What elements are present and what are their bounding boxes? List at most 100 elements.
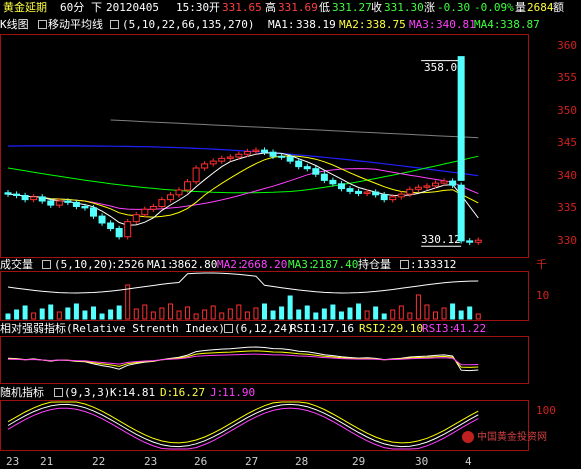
volume-bar xyxy=(373,306,379,320)
candle-body xyxy=(474,239,482,243)
candle-body xyxy=(372,191,380,196)
volume-bar xyxy=(390,309,396,320)
volume-bar xyxy=(407,312,413,320)
candle-body xyxy=(115,228,123,238)
volume-bar xyxy=(304,305,310,320)
candle-body xyxy=(303,166,311,170)
candle-body xyxy=(158,199,166,207)
volume-bar xyxy=(313,312,319,320)
candle-body xyxy=(329,179,337,185)
volume-bar xyxy=(39,308,45,320)
candle-body xyxy=(98,215,106,224)
volume-bar xyxy=(167,303,173,320)
volume-bar xyxy=(296,309,302,320)
volume-bar xyxy=(31,312,37,320)
candle-body xyxy=(209,160,217,165)
candle-body xyxy=(132,214,140,223)
candle-body xyxy=(175,189,183,196)
candle-body xyxy=(141,208,149,216)
candle-body xyxy=(72,201,80,207)
candle-body xyxy=(457,184,465,242)
volume-bar xyxy=(56,311,62,320)
chart-canvas[interactable] xyxy=(0,0,581,469)
candle-body xyxy=(4,192,12,195)
volume-bar xyxy=(475,313,481,320)
volume-bar xyxy=(381,313,387,320)
volume-bar xyxy=(116,305,122,320)
candle-body xyxy=(312,168,320,175)
candle-body xyxy=(278,155,286,158)
volume-bar xyxy=(159,307,165,320)
candle-body xyxy=(107,222,115,229)
volume-bar xyxy=(219,312,225,320)
ma5-line xyxy=(8,145,479,177)
candle-body xyxy=(261,149,268,153)
volume-bar xyxy=(142,304,148,320)
volume-bar xyxy=(415,294,421,320)
candle-body xyxy=(466,240,474,243)
candle-body xyxy=(295,160,303,168)
volume-bar xyxy=(244,311,250,320)
candle-body xyxy=(380,194,388,201)
candle-body xyxy=(243,151,251,155)
watermark-text: 中国黄金投资网 xyxy=(477,432,547,443)
candle-body xyxy=(320,173,328,181)
candle-body xyxy=(21,195,29,201)
candle-body xyxy=(184,181,192,191)
volume-bar xyxy=(356,303,362,320)
volume-bar xyxy=(210,305,216,320)
candle-body xyxy=(397,193,405,198)
open-interest-line xyxy=(7,272,479,294)
volume-bar xyxy=(202,309,208,320)
candle-body xyxy=(30,196,38,201)
volume-bar xyxy=(270,310,276,320)
candle-body xyxy=(38,196,46,202)
ma6-line xyxy=(110,119,479,139)
volume-bar xyxy=(48,304,54,320)
candle-body xyxy=(81,206,89,209)
candle-body xyxy=(286,156,294,162)
candle-body xyxy=(149,206,157,210)
candle-body xyxy=(269,151,277,157)
volume-bar xyxy=(227,308,233,320)
volume-bar xyxy=(236,304,242,320)
watermark-logo-icon xyxy=(462,431,474,443)
k-line xyxy=(7,403,479,448)
candle-body xyxy=(432,182,439,187)
candle-body xyxy=(192,167,200,183)
volume-bar xyxy=(347,307,353,320)
volume-bar xyxy=(193,313,199,320)
ma2-line xyxy=(7,155,479,218)
candle-body xyxy=(414,186,422,190)
volume-bar xyxy=(338,311,344,320)
volume-bar xyxy=(253,307,259,320)
candle-body xyxy=(346,188,354,192)
volume-bar xyxy=(133,308,139,320)
volume-bar xyxy=(65,307,71,320)
candle-body xyxy=(355,190,363,194)
volume-bar xyxy=(108,309,114,320)
volume-bar xyxy=(287,295,293,320)
volume-bar xyxy=(5,313,11,320)
volume-bar xyxy=(73,303,79,320)
candle-body xyxy=(406,188,414,195)
volume-bar xyxy=(279,306,285,320)
candle-body xyxy=(124,221,132,238)
volume-bar xyxy=(14,309,20,320)
volume-bar xyxy=(467,306,473,320)
candle-body xyxy=(226,156,234,159)
spike-candle xyxy=(457,56,465,181)
volume-bar xyxy=(99,313,105,320)
candle-body xyxy=(423,185,431,188)
volume-bar xyxy=(91,306,96,320)
volume-bar xyxy=(441,307,447,320)
volume-bar xyxy=(176,310,182,320)
volume-bar xyxy=(262,303,267,320)
volume-bar xyxy=(398,305,404,320)
candle-body xyxy=(218,157,226,162)
candle-body xyxy=(201,163,209,169)
volume-bar xyxy=(125,284,131,320)
volume-bar xyxy=(22,305,28,320)
rsi3-line xyxy=(7,353,479,366)
candle-body xyxy=(252,149,260,152)
